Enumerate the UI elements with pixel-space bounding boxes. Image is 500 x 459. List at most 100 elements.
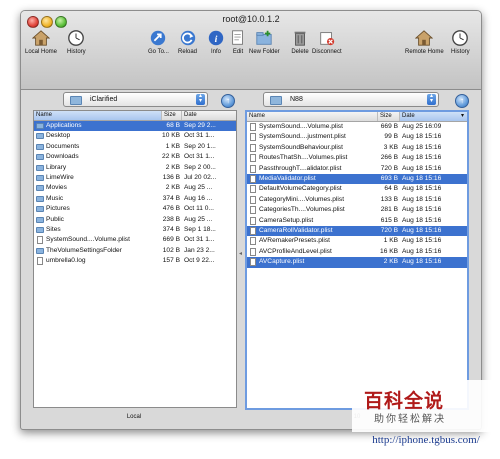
- file-date: Jul 20 02...: [184, 174, 217, 181]
- reload-icon: [180, 30, 195, 46]
- file-name: Documents: [46, 142, 80, 150]
- file-size: 1 KB: [383, 237, 398, 245]
- left-col-name[interactable]: Name: [34, 111, 162, 120]
- edit-button[interactable]: Edit: [229, 29, 247, 55]
- right-col-size[interactable]: Size: [378, 112, 400, 121]
- file-row[interactable]: DefaultVolumeCategory.plist 64 B Aug 18 15…: [247, 184, 467, 194]
- ftp-window: root@10.0.1.2 Local Home History Go To..…: [20, 10, 482, 430]
- file-date: Oct 31 1...: [184, 132, 215, 140]
- file-row[interactable]: MediaValidator.plist 693 B Aug 18 15:16: [247, 174, 467, 185]
- left-status: Local: [126, 414, 142, 420]
- file-row[interactable]: LimeWire 136 B Jul 20 02...: [34, 173, 236, 183]
- file-row[interactable]: Movies 2 KB Aug 25 ...: [34, 183, 236, 193]
- info-icon: i: [208, 30, 224, 46]
- file-row[interactable]: PassthroughT....alidator.plist 720 B Aug 1…: [247, 164, 467, 174]
- file-row[interactable]: Desktop 10 KB Oct 31 1...: [34, 131, 236, 141]
- file-date: Aug 18 15:16: [402, 227, 442, 234]
- file-size: 693 B: [380, 175, 398, 182]
- file-size: 1 KB: [165, 142, 180, 150]
- remote-home-button[interactable]: Remote Home: [405, 29, 444, 55]
- right-col-name[interactable]: Name: [247, 112, 378, 121]
- file-row[interactable]: AVRemakerPresets.plist 1 KB Aug 18 15:16: [247, 236, 467, 246]
- file-row[interactable]: CameraSetup.plist 615 B Aug 18 15:16: [247, 216, 467, 226]
- file-name: umbrella0.log: [46, 257, 86, 265]
- file-row[interactable]: Music 374 B Aug 16 ...: [34, 194, 236, 204]
- folder-icon: [36, 164, 44, 171]
- document-icon: [250, 154, 256, 163]
- clock-icon: [452, 30, 469, 46]
- file-name: SystemSound....justment.plist: [259, 133, 346, 141]
- file-size: 720 B: [380, 164, 398, 172]
- file-size: 102 B: [162, 246, 180, 254]
- clock-icon: [68, 30, 85, 46]
- right-col-date[interactable]: Date ▾: [400, 112, 467, 121]
- file-row[interactable]: AVCProfileAndLevel.plist 16 KB Aug 18 15:1…: [247, 247, 467, 257]
- file-name: Pictures: [46, 205, 70, 213]
- reload-button[interactable]: Reload: [178, 29, 197, 55]
- file-size: 669 B: [162, 236, 180, 244]
- file-date: Aug 18 15:16: [402, 143, 442, 151]
- file-row[interactable]: Library 2 KB Sep 2 00...: [34, 163, 236, 173]
- file-row[interactable]: CategoriesTh....Volumes.plist 281 B Aug 18…: [247, 205, 467, 215]
- right-parent-folder-button[interactable]: ↑: [455, 94, 469, 108]
- file-row[interactable]: CameraRollValidator.plist 720 B Aug 18 15:…: [247, 226, 467, 237]
- file-name: Sites: [46, 226, 61, 233]
- history-left-button[interactable]: History: [67, 29, 86, 55]
- folder-icon: [36, 175, 44, 181]
- file-size: 22 KB: [162, 153, 180, 161]
- file-name: Movies: [46, 184, 67, 192]
- file-date: Oct 11 0...: [184, 205, 214, 213]
- file-row[interactable]: SystemSound....Volume.plist 669 B Aug 25 1…: [247, 122, 467, 132]
- file-name: CategoryMini....Volumes.plist: [259, 195, 345, 203]
- watermark-subtitle: 助你轻松解决: [374, 414, 446, 425]
- file-row[interactable]: SystemSound....justment.plist 99 B Aug 18 …: [247, 132, 467, 142]
- trash-icon: [294, 31, 306, 46]
- file-row[interactable]: AVCapture.plist 2 KB Aug 18 15:16: [247, 257, 467, 268]
- document-icon: [37, 236, 43, 245]
- pane-splitter-handle[interactable]: ◂: [239, 250, 242, 257]
- file-size: 3 KB: [383, 143, 398, 151]
- file-row[interactable]: Sites 374 B Sep 1 18...: [34, 225, 236, 235]
- file-date: Aug 18 15:16: [402, 185, 442, 193]
- delete-button[interactable]: Delete: [291, 29, 309, 55]
- left-col-date[interactable]: Date: [182, 111, 236, 120]
- document-icon: [250, 216, 256, 225]
- left-col-size[interactable]: Size: [162, 111, 182, 120]
- popup-arrows-icon: ▴ ▾: [196, 93, 205, 105]
- info-button[interactable]: i Info: [207, 29, 225, 55]
- document-icon: [250, 195, 256, 204]
- file-row[interactable]: TheVolumeSettingsFolder 102 B Jan 23 2...: [34, 246, 236, 256]
- file-row[interactable]: umbrella0.log 157 B Oct 9 22...: [34, 256, 236, 266]
- file-row[interactable]: SystemSoundBehaviour.plist 3 KB Aug 18 15:…: [247, 143, 467, 153]
- file-row[interactable]: Applications 68 B Sep 29 2...: [34, 121, 236, 132]
- window-title: root@10.0.1.2: [222, 14, 280, 24]
- local-home-button[interactable]: Local Home: [25, 29, 57, 55]
- file-name: LimeWire: [46, 174, 74, 181]
- file-row[interactable]: Downloads 22 KB Oct 31 1...: [34, 152, 236, 162]
- file-row[interactable]: SystemSound....Volume.plist 669 B Oct 31 1…: [34, 235, 236, 245]
- go-to-button[interactable]: Go To...: [148, 29, 169, 55]
- file-name: Downloads: [46, 153, 79, 161]
- file-row[interactable]: Documents 1 KB Sep 20 1...: [34, 142, 236, 152]
- right-location-popup[interactable]: N88 ▴ ▾: [263, 92, 439, 107]
- left-parent-folder-button[interactable]: ↑: [221, 94, 235, 108]
- file-size: 157 B: [162, 257, 180, 265]
- file-size: 615 B: [380, 216, 398, 224]
- new-folder-button[interactable]: New Folder: [249, 29, 280, 55]
- folder-icon: [270, 96, 282, 105]
- file-name: Music: [46, 194, 64, 202]
- folder-icon: [36, 185, 44, 192]
- disconnect-button[interactable]: Disconnect: [312, 29, 342, 55]
- folder-icon: [36, 154, 44, 161]
- left-file-list: Name Size Date Applications 68 B Sep 29 2.…: [33, 110, 237, 408]
- file-date: Aug 18 15:16: [402, 195, 442, 203]
- file-size: 374 B: [162, 226, 180, 233]
- watermark-url: http://iphone.tgbus.com/: [372, 434, 480, 446]
- history-right-button[interactable]: History: [451, 29, 470, 55]
- file-row[interactable]: CategoryMini....Volumes.plist 133 B Aug 18…: [247, 195, 467, 205]
- file-row[interactable]: Public 238 B Aug 25 ...: [34, 215, 236, 225]
- file-row[interactable]: Pictures 476 B Oct 11 0...: [34, 204, 236, 214]
- left-location-popup[interactable]: iClarified ▴ ▾: [63, 92, 208, 107]
- file-row[interactable]: RoutesThatSh....Volumes.plist 266 B Aug 18…: [247, 153, 467, 163]
- popup-arrows-icon: ▴ ▾: [427, 93, 436, 105]
